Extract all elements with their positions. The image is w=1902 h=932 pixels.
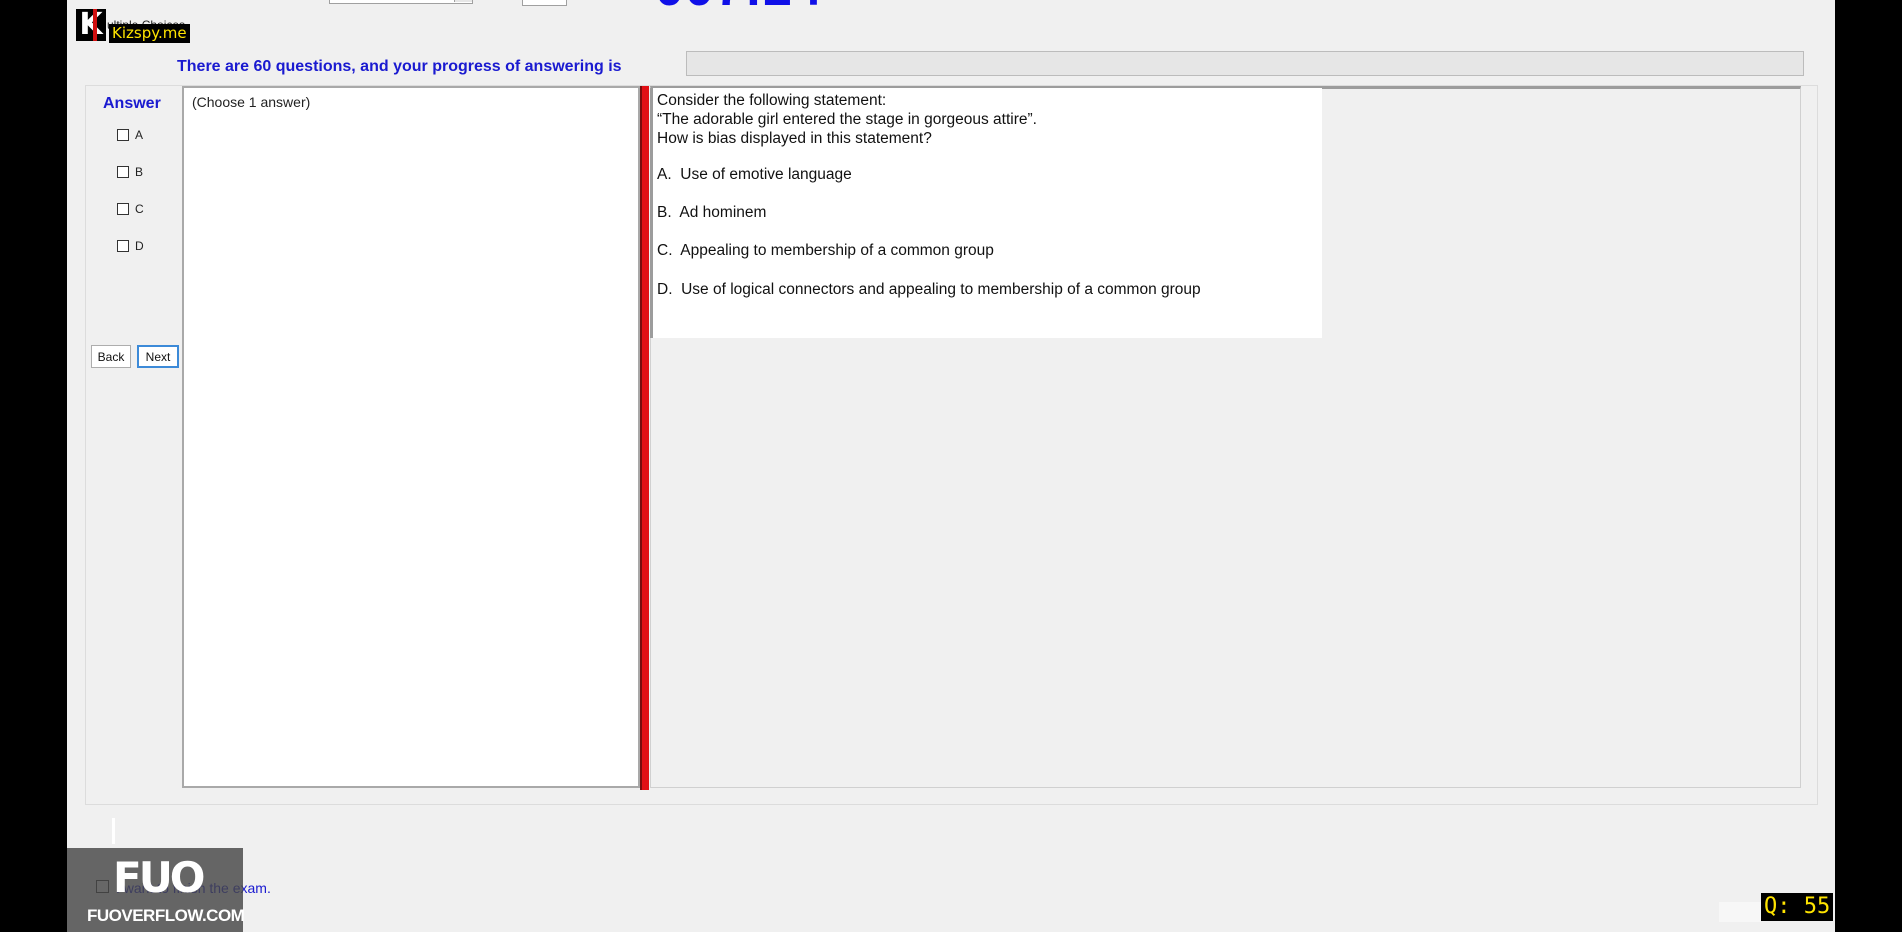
text-caret [112, 818, 115, 844]
next-button[interactable]: Next [137, 345, 179, 368]
kizspy-watermark-text: Kizspy.me [109, 24, 190, 43]
checkbox-a[interactable] [117, 129, 129, 141]
answer-option-c[interactable]: C [117, 202, 144, 216]
question-option-c: C. Appealing to membership of a common g… [657, 242, 994, 259]
back-button[interactable]: Back [91, 345, 131, 368]
answer-option-d[interactable]: D [117, 239, 144, 253]
kizspy-logo-icon: K [76, 9, 106, 41]
counter-background [1719, 902, 1761, 922]
answer-text-pane[interactable]: (Choose 1 answer) [182, 86, 640, 788]
top-spin-box[interactable] [522, 0, 567, 6]
question-line-1: Consider the following statement: [657, 92, 887, 109]
answer-title: Answer [103, 95, 161, 112]
option-label-d: D [135, 239, 144, 253]
answer-option-b[interactable]: B [117, 165, 143, 179]
checkbox-c[interactable] [117, 203, 129, 215]
fuo-logo-icon: FUO [113, 853, 205, 902]
exam-window: 007:24 ultiple Choices K Kizspy.me There… [67, 0, 1835, 932]
question-option-a: A. Use of emotive language [657, 166, 852, 183]
question-option-d: D. Use of logical connectors and appeali… [657, 281, 1201, 298]
pane-splitter[interactable] [642, 86, 649, 790]
progress-bar [686, 51, 1804, 76]
question-box: Consider the following statement: “The a… [650, 88, 1322, 338]
answer-hint: (Choose 1 answer) [192, 94, 311, 110]
question-line-3: How is bias displayed in this statement? [657, 130, 932, 147]
option-label-a: A [135, 128, 144, 142]
top-combo-box[interactable] [329, 0, 473, 4]
option-label-c: C [135, 202, 144, 216]
answer-option-a[interactable]: A [117, 128, 143, 142]
checkbox-d[interactable] [117, 240, 129, 252]
fuoverflow-text: FUOVERFLOW.COM [87, 906, 245, 925]
countdown-timer: 007:24 [655, 0, 823, 14]
question-line-2: “The adorable girl entered the stage in … [657, 111, 1037, 128]
combo-dropdown-button[interactable] [454, 0, 472, 2]
option-label-b: B [135, 165, 144, 179]
question-counter: Q: 55 [1761, 893, 1834, 921]
progress-label: There are 60 questions, and your progres… [177, 58, 622, 75]
checkbox-b[interactable] [117, 166, 129, 178]
question-option-b: B. Ad hominem [657, 204, 767, 221]
fuoverflow-watermark: FUO FUOVERFLOW.COM [67, 848, 245, 932]
